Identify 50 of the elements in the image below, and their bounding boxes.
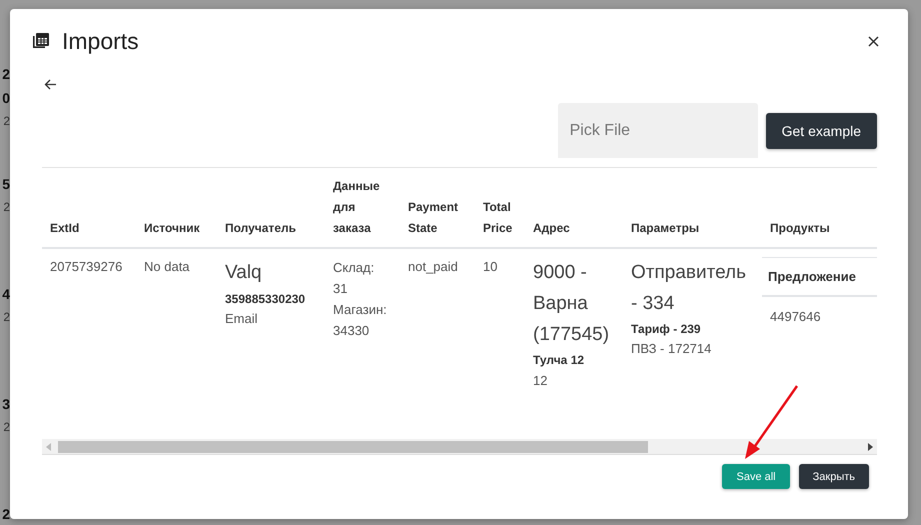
pickup-point-text: ПВЗ - 172714 [631, 340, 712, 358]
background-text: 5 [2, 175, 10, 194]
column-header: Источник [144, 221, 200, 235]
column-header: Payment State [408, 200, 458, 235]
table-cell: 4497646 [770, 309, 821, 324]
order-data-text: 31 [333, 280, 348, 298]
background-text: 2 [2, 65, 10, 84]
column-header: Предложение [768, 269, 856, 284]
street-text: Тулча 12 [533, 352, 586, 369]
address-text: 9000 - Варна (177545) [533, 261, 610, 347]
order-data-text: Склад: [333, 259, 376, 277]
background-text: 2 [3, 309, 10, 326]
address-number: 12 [533, 372, 548, 390]
column-header: Параметры [631, 221, 700, 235]
background-text: 0 [2, 89, 10, 108]
sender-text: Отправитель - 334 [631, 261, 748, 316]
column-header: Продукты [770, 221, 830, 235]
close-dialog-button[interactable]: Закрыть [798, 464, 869, 489]
background-text: 3 [2, 395, 10, 414]
column-header: Адрес [533, 221, 570, 235]
horizontal-scrollbar[interactable] [42, 439, 877, 455]
tariff-text: Тариф - 239 [631, 321, 702, 338]
table-cell: 10 [483, 259, 498, 274]
save-all-button[interactable]: Save all [722, 464, 790, 489]
dialog-title: Imports [62, 28, 139, 54]
close-icon [868, 36, 879, 46]
table-icon [32, 32, 50, 50]
file-field[interactable]: Pick File [558, 103, 758, 158]
back-arrow-icon [44, 79, 57, 90]
order-data-text: 34330 [333, 322, 370, 340]
column-header: Данные для заказа [333, 179, 380, 235]
background-text: 4 [2, 285, 10, 304]
table-cell: No data [144, 259, 190, 274]
recipient-phone: 359885330230 [225, 291, 306, 308]
background-text: 2 [2, 505, 10, 524]
recipient-name: Valq [225, 261, 263, 285]
column-header: Получатель [225, 221, 296, 235]
get-example-button[interactable]: Get example [766, 112, 877, 148]
background-text: 2 [3, 113, 10, 130]
column-header: ExtId [50, 221, 80, 235]
background-text: 2 [3, 199, 10, 216]
order-data-text: Магазин: [333, 301, 388, 319]
column-header: Total Price [483, 200, 512, 235]
scroll-right-icon[interactable] [867, 442, 873, 450]
table-cell: 2075739276 [50, 259, 122, 274]
back-button[interactable] [42, 77, 59, 92]
table-cell: not_paid [408, 259, 458, 274]
recipient-email: Email [225, 310, 259, 328]
background-text: 2 [3, 419, 10, 436]
scrollbar-thumb[interactable] [58, 440, 648, 452]
